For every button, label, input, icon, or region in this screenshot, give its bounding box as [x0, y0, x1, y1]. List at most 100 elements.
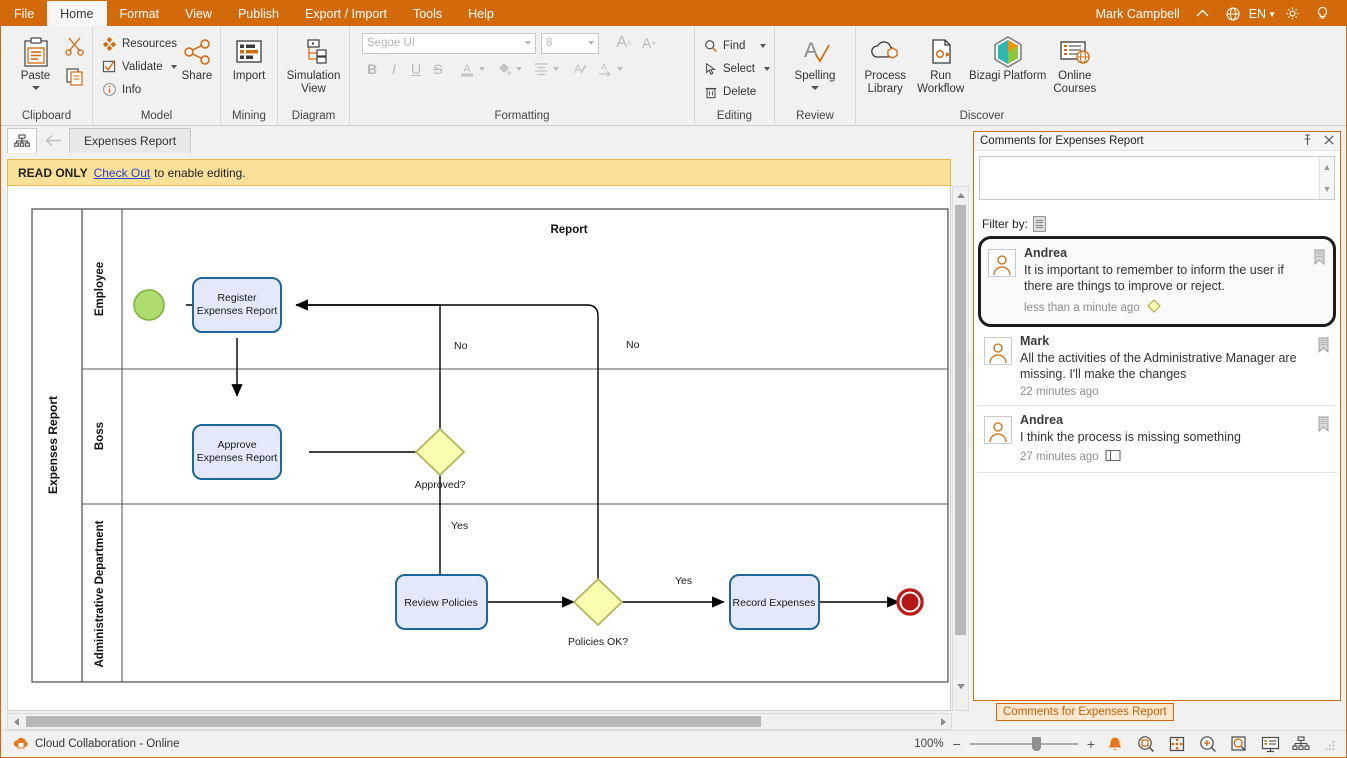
- scroll-down-button[interactable]: [953, 678, 968, 694]
- strikethrough-button[interactable]: S: [428, 58, 448, 80]
- font-color-chevron-down-icon[interactable]: [479, 67, 485, 71]
- zoom-selection-icon[interactable]: [1228, 734, 1250, 754]
- diagram-canvas[interactable]: Expenses Report Employee Boss Administra…: [7, 186, 951, 711]
- process-library-button[interactable]: Process Library: [858, 30, 912, 96]
- info-button[interactable]: Info: [99, 78, 180, 101]
- spelling-button[interactable]: A Spelling: [786, 30, 844, 90]
- increase-font-size-icon[interactable]: A ˄: [614, 32, 634, 54]
- text-direction-chevron-down-icon[interactable]: [617, 67, 623, 71]
- diagram-view-icon[interactable]: [1290, 734, 1312, 754]
- zoom-fit-icon[interactable]: [1135, 734, 1157, 754]
- font-size-select[interactable]: 8: [541, 32, 599, 54]
- menu-item-home[interactable]: Home: [47, 1, 107, 26]
- scroll-up-button[interactable]: [953, 187, 968, 203]
- globe-icon[interactable]: [1219, 6, 1247, 21]
- presentation-icon[interactable]: [1259, 734, 1281, 754]
- new-comment-input[interactable]: ▲ ▼: [979, 156, 1335, 200]
- validate-chevron-down-icon[interactable]: [170, 64, 177, 69]
- flag-icon[interactable]: [1314, 249, 1325, 266]
- share-button[interactable]: Share: [180, 30, 214, 83]
- pin-icon[interactable]: [1302, 133, 1313, 149]
- flag-icon[interactable]: [1318, 416, 1329, 433]
- gateway-marker-icon[interactable]: [1146, 298, 1162, 317]
- find-button[interactable]: Find: [701, 34, 773, 57]
- canvas-vertical-scrollbar[interactable]: [952, 186, 969, 711]
- share-label: Share: [181, 70, 213, 82]
- run-workflow-button[interactable]: Run Workflow: [913, 30, 967, 96]
- format-painter-icon[interactable]: A: [568, 58, 588, 80]
- back-navigation-button[interactable]: [37, 128, 69, 153]
- zoom-in-button[interactable]: +: [1087, 736, 1095, 752]
- fill-color-icon[interactable]: [494, 58, 514, 80]
- language-label[interactable]: EN: [1249, 7, 1266, 21]
- menu-item-view[interactable]: View: [172, 1, 225, 26]
- comments-dock-tab[interactable]: Comments for Expenses Report: [996, 703, 1174, 721]
- comment-item[interactable]: Mark All the activities of the Administr…: [977, 327, 1337, 406]
- font-family-select[interactable]: Segoe UI: [362, 32, 536, 54]
- select-chevron-down-icon[interactable]: [763, 66, 770, 71]
- zoom-in-icon[interactable]: [1197, 734, 1219, 754]
- resources-button[interactable]: Resources: [99, 32, 180, 55]
- close-icon[interactable]: [1324, 134, 1334, 148]
- select-button[interactable]: Select: [701, 57, 773, 80]
- language-chevron-down-icon[interactable]: ▼: [1268, 10, 1276, 19]
- find-chevron-down-icon[interactable]: [760, 43, 767, 48]
- zoom-out-button[interactable]: −: [953, 736, 961, 752]
- comment-input-scroll-down-icon[interactable]: ▼: [1320, 181, 1334, 197]
- cloud-collaboration-status[interactable]: Cloud Collaboration - Online: [1, 735, 179, 753]
- comment-input-scrollbar[interactable]: ▲ ▼: [1319, 157, 1334, 199]
- horizontal-scroll-thumb[interactable]: [26, 716, 761, 727]
- zoom-slider[interactable]: [969, 737, 1078, 751]
- online-courses-button[interactable]: Online Courses: [1048, 30, 1102, 96]
- scroll-right-button[interactable]: [935, 714, 951, 729]
- menu-item-file[interactable]: File: [1, 1, 47, 26]
- font-color-icon[interactable]: A: [457, 58, 477, 80]
- menu-item-publish[interactable]: Publish: [225, 1, 292, 26]
- svg-text:A: A: [601, 62, 607, 72]
- lightbulb-help-icon[interactable]: [1309, 6, 1336, 21]
- fit-page-icon[interactable]: [1166, 734, 1188, 754]
- tab-expenses-report[interactable]: Expenses Report: [69, 128, 192, 153]
- pool-marker-icon[interactable]: [1105, 449, 1121, 465]
- bizagi-platform-button[interactable]: Bizagi Platform: [969, 30, 1047, 83]
- diagram-list-button[interactable]: [7, 128, 37, 153]
- comment-item-selected[interactable]: Andrea It is important to remember to in…: [978, 236, 1336, 327]
- delete-button[interactable]: Delete: [701, 80, 773, 103]
- fill-color-chevron-down-icon[interactable]: [516, 67, 522, 71]
- simulation-view-button[interactable]: Simulation View: [284, 30, 343, 96]
- menu-item-help[interactable]: Help: [455, 1, 507, 26]
- gear-icon[interactable]: [1278, 6, 1307, 21]
- align-icon[interactable]: [531, 58, 551, 80]
- decrease-font-size-icon[interactable]: A ˅: [639, 32, 659, 54]
- menu-item-tools[interactable]: Tools: [400, 1, 455, 26]
- collapse-ribbon-icon[interactable]: [1188, 8, 1217, 19]
- font-size-chevron-down-icon[interactable]: [588, 41, 594, 45]
- spelling-chevron-down-icon[interactable]: [811, 86, 819, 90]
- bold-button[interactable]: B: [362, 58, 382, 80]
- cut-icon[interactable]: [64, 36, 86, 61]
- align-chevron-down-icon[interactable]: [553, 67, 559, 71]
- resize-grip-icon[interactable]: [1324, 738, 1336, 750]
- text-direction-icon[interactable]: A: [595, 58, 615, 80]
- validate-button[interactable]: Validate: [99, 55, 180, 78]
- paste-button[interactable]: Paste: [7, 30, 64, 90]
- scroll-left-button[interactable]: [8, 714, 24, 729]
- menu-item-format[interactable]: Format: [107, 1, 173, 26]
- check-out-link[interactable]: Check Out: [94, 166, 151, 180]
- alert-bell-icon[interactable]: [1104, 734, 1126, 754]
- user-name-label[interactable]: Mark Campbell: [1090, 7, 1186, 21]
- vertical-scroll-thumb[interactable]: [955, 205, 966, 635]
- italic-button[interactable]: I: [384, 58, 404, 80]
- font-family-chevron-down-icon[interactable]: [525, 41, 531, 45]
- canvas-horizontal-scrollbar[interactable]: [7, 713, 952, 730]
- paste-chevron-down-icon[interactable]: [31, 86, 40, 90]
- flag-icon[interactable]: [1318, 337, 1329, 354]
- menu-item-export-import[interactable]: Export / Import: [292, 1, 400, 26]
- filter-icon[interactable]: [1033, 216, 1047, 232]
- zoom-slider-thumb[interactable]: [1031, 737, 1041, 751]
- import-button[interactable]: Import: [227, 30, 271, 83]
- copy-icon[interactable]: [64, 67, 86, 92]
- underline-button[interactable]: U: [406, 58, 426, 80]
- comment-item[interactable]: Andrea I think the process is missing so…: [977, 406, 1337, 473]
- comment-input-scroll-up-icon[interactable]: ▲: [1320, 159, 1334, 175]
